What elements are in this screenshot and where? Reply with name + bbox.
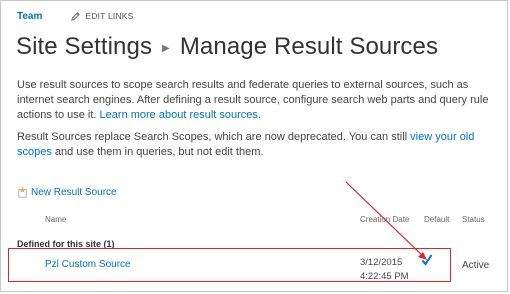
status-cell: Active <box>462 260 490 271</box>
column-header-creation-date[interactable]: Creation Date <box>360 215 409 224</box>
pencil-icon <box>71 11 81 21</box>
breadcrumb-separator-icon: ▶ <box>162 42 170 54</box>
annotation-highlight-box <box>8 248 451 282</box>
deprecation-end: and use them in queries, but not edit th… <box>51 146 264 158</box>
column-header-default[interactable]: Default <box>424 215 449 224</box>
learn-more-link[interactable]: Learn more about result sources. <box>100 109 261 121</box>
new-result-source-label: New Result Source <box>31 187 117 198</box>
new-result-source-button[interactable]: New Result Source <box>16 186 117 199</box>
column-header-status[interactable]: Status <box>462 215 485 224</box>
site-link-team[interactable]: Team <box>17 11 42 22</box>
page-title: Site Settings ▶ Manage Result Sources <box>16 30 438 64</box>
page-title-text: Manage Result Sources <box>179 33 439 60</box>
deprecation-paragraph: Result Sources replace Search Scopes, wh… <box>17 130 491 160</box>
edit-links-button[interactable]: EDIT LINKS <box>70 11 133 22</box>
intro-paragraph: Use result sources to scope search resul… <box>17 78 491 123</box>
top-nav: Team EDIT LINKS <box>17 8 134 24</box>
deprecation-text: Result Sources replace Search Scopes, wh… <box>17 131 411 143</box>
column-header-name[interactable]: Name <box>45 215 66 224</box>
edit-links-label: EDIT LINKS <box>85 11 134 21</box>
breadcrumb-site-settings[interactable]: Site Settings <box>16 33 152 61</box>
add-new-icon <box>18 186 27 198</box>
